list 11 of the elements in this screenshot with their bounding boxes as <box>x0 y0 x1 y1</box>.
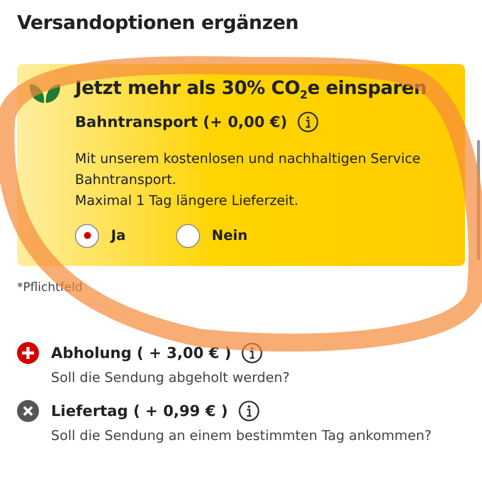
option-label: Abholung ( + 3,00 € ) <box>51 344 232 362</box>
description-text: Mit unserem kostenlosen und nachhaltigen Service Bahntransport. <box>75 150 422 190</box>
section-title: Versandoptionen ergänzen <box>17 12 300 34</box>
option-label: Liefertag ( + 0,99 € ) <box>51 402 228 420</box>
description-text: Maximal 1 Tag längere Lieferzeit. <box>75 192 300 211</box>
option-question: Soll die Sendung abgeholt werden? <box>51 370 291 386</box>
option-label: Bahntransport (+ 0,00 €) <box>75 112 288 131</box>
radio-option[interactable]: Ja <box>75 224 126 248</box>
radio-option[interactable]: Nein <box>176 224 248 248</box>
option-question: Soll die Sendung an einem bestimmten Tag ankommen? <box>51 428 433 444</box>
promo-headline: Jetzt mehr als 30% CO$_{2}$e einsparen <box>75 78 428 102</box>
